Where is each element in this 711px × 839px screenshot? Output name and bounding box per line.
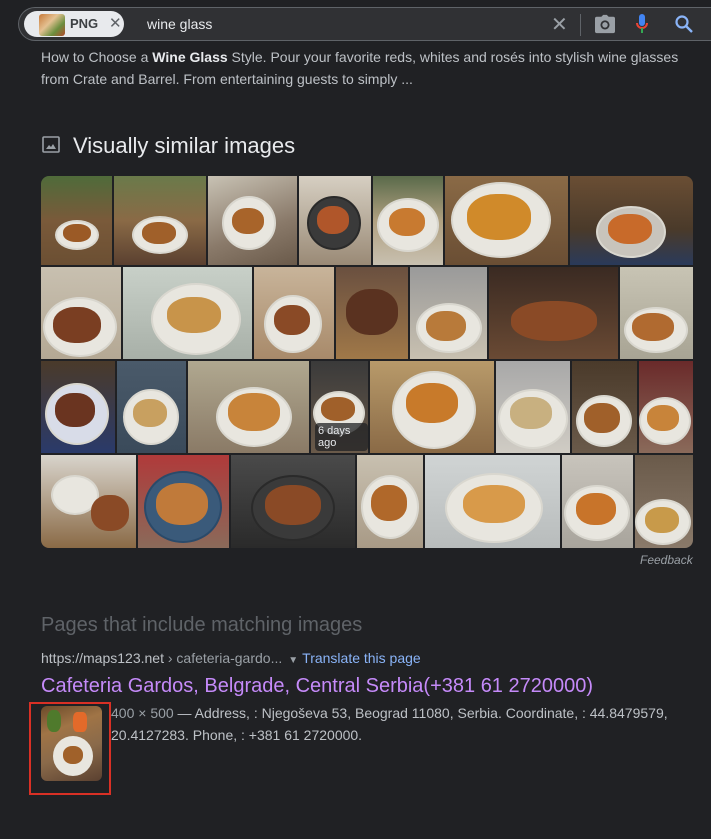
matching-pages-heading: Pages that include matching images	[41, 614, 363, 636]
image-dimensions: 400 × 500	[111, 705, 174, 721]
similar-image[interactable]	[336, 267, 408, 359]
image-age-badge: 6 days ago	[315, 423, 368, 451]
result-citation: https://maps123.net › cafeteria-gardo...…	[41, 650, 421, 666]
microphone-icon[interactable]	[635, 13, 649, 35]
similar-image[interactable]	[572, 361, 637, 453]
similar-image[interactable]	[620, 267, 693, 359]
similar-image[interactable]	[138, 455, 229, 548]
clear-search-icon[interactable]: ✕	[551, 12, 568, 37]
similar-image[interactable]: 6 days ago	[311, 361, 368, 453]
search-bar: PNG ✕ wine glass ✕	[18, 7, 711, 41]
visually-similar-heading: Visually similar images	[73, 133, 296, 158]
camera-icon[interactable]	[594, 14, 616, 34]
similar-image[interactable]	[41, 361, 115, 453]
similar-image[interactable]	[41, 267, 121, 359]
thumbnail-food	[63, 746, 83, 764]
chip-label: PNG	[70, 16, 99, 31]
snippet-text-1: How to Choose a	[41, 49, 153, 65]
similar-image[interactable]	[117, 361, 186, 453]
similar-image[interactable]	[562, 455, 633, 548]
similar-image[interactable]	[445, 176, 568, 265]
similar-image[interactable]	[254, 267, 334, 359]
similar-image[interactable]	[41, 176, 112, 265]
image-icon	[42, 136, 60, 153]
cite-domain: https://maps123.net	[41, 650, 164, 666]
similar-image[interactable]	[425, 455, 560, 548]
search-icon[interactable]	[674, 14, 694, 34]
image-search-chip[interactable]: PNG ✕	[24, 11, 124, 37]
similar-image[interactable]	[370, 361, 494, 453]
chip-image-thumbnail	[39, 14, 65, 36]
feedback-link[interactable]: Feedback	[640, 553, 693, 567]
similar-image[interactable]	[373, 176, 443, 265]
similar-images-grid: 6 days ago	[41, 176, 693, 548]
translate-link[interactable]: Translate this page	[302, 650, 421, 666]
similar-image[interactable]	[114, 176, 206, 265]
similar-image[interactable]	[410, 267, 487, 359]
result-title-link[interactable]: Cafeteria Gardos, Belgrade, Central Serb…	[41, 675, 593, 698]
thumbnail-greenery	[47, 710, 61, 732]
result-snippet: How to Choose a Wine Glass Style. Pour y…	[41, 46, 681, 90]
similar-image[interactable]	[208, 176, 297, 265]
similar-image[interactable]	[639, 361, 693, 453]
similar-image[interactable]	[570, 176, 693, 265]
result-thumbnail[interactable]	[41, 706, 102, 781]
similar-image[interactable]	[489, 267, 618, 359]
similar-image[interactable]	[231, 455, 355, 548]
similar-image[interactable]	[123, 267, 252, 359]
result-description: 400 × 500 — Address, : Njegoševa 53, Beo…	[111, 702, 671, 746]
description-text: — Address, : Njegoševa 53, Beograd 11080…	[111, 705, 668, 743]
similar-image[interactable]	[357, 455, 423, 548]
thumbnail-drink	[73, 712, 87, 732]
similar-image[interactable]	[496, 361, 570, 453]
chip-remove-icon[interactable]: ✕	[109, 14, 122, 32]
snippet-bold-term: Wine Glass	[152, 49, 228, 65]
similar-image[interactable]	[635, 455, 693, 548]
caret-down-icon[interactable]: ▼	[288, 655, 298, 666]
search-bar-divider	[580, 14, 581, 36]
similar-image[interactable]	[299, 176, 371, 265]
cite-path: › cafeteria-gardo...	[163, 650, 283, 666]
similar-image[interactable]	[188, 361, 309, 453]
similar-image[interactable]	[41, 455, 136, 548]
search-input[interactable]: wine glass	[147, 16, 212, 32]
